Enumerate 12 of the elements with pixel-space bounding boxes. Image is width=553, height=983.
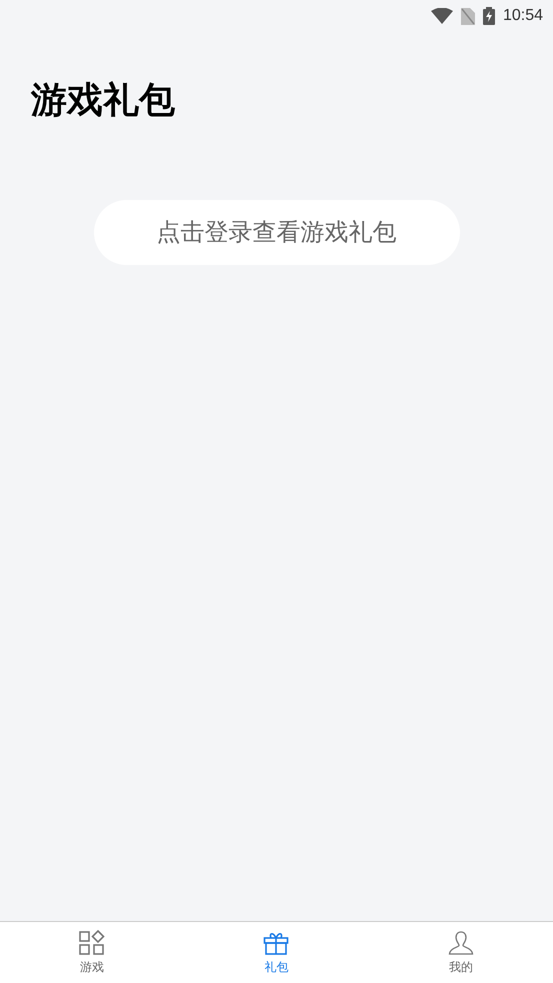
wifi-icon bbox=[430, 8, 453, 24]
page-title: 游戏礼包 bbox=[31, 78, 175, 122]
no-sim-icon bbox=[460, 8, 475, 24]
login-button[interactable]: 点击登录查看游戏礼包 bbox=[94, 200, 460, 265]
nav-tab[interactable]: 游戏 bbox=[0, 922, 184, 983]
status-time: 10:54 bbox=[502, 6, 543, 26]
nav-tab[interactable]: 礼包 bbox=[184, 922, 369, 983]
grid-icon bbox=[79, 930, 106, 956]
nav-tab[interactable]: 我的 bbox=[368, 922, 553, 983]
user-icon bbox=[448, 930, 474, 956]
gift-icon bbox=[263, 930, 290, 956]
battery-charging-icon bbox=[482, 7, 495, 25]
